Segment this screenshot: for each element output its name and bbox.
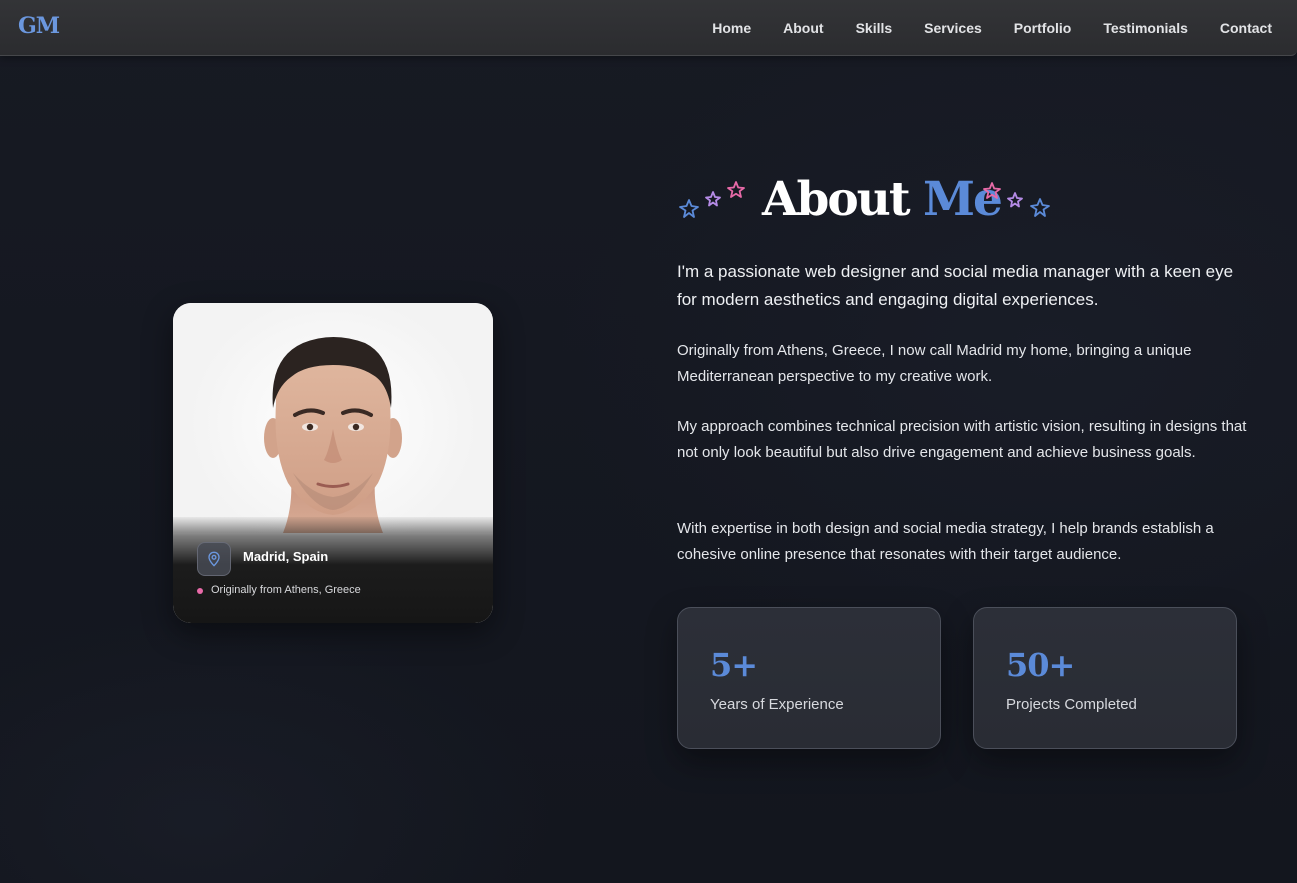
sparkles-right-icon <box>983 182 1050 217</box>
nav-link-portfolio[interactable]: Portfolio <box>1014 20 1072 36</box>
sparkles-left-icon <box>679 181 745 218</box>
nav-link-testimonials[interactable]: Testimonials <box>1103 20 1188 36</box>
origin-dot <box>197 588 203 594</box>
nav-link-home[interactable]: Home <box>712 20 751 36</box>
about-lead: I'm a passionate web designer and social… <box>677 262 1234 309</box>
navbar: GM Home About Skills Services Portfolio … <box>0 0 1297 56</box>
nav-links: Home About Skills Services Portfolio Tes… <box>712 0 1272 55</box>
about-paragraph: Originally from Athens, Greece, I now ca… <box>677 342 1192 385</box>
page: GM Home About Skills Services Portfolio … <box>0 0 1297 883</box>
stat-value: 50+ <box>1006 646 1075 684</box>
stat-label: Projects Completed <box>1006 696 1137 713</box>
stat-card-experience: 5+ Years of Experience <box>677 607 941 749</box>
location-text: Madrid, Spain <box>243 549 329 564</box>
site-logo[interactable]: GM <box>18 13 60 39</box>
origin-text: Originally from Athens, Greece <box>211 584 361 596</box>
stat-card-projects: 50+ Projects Completed <box>973 607 1237 749</box>
map-pin-icon <box>208 551 220 567</box>
stat-label: Years of Experience <box>710 696 844 713</box>
about-title-main: About <box>762 172 911 227</box>
location-icon-box <box>197 542 231 576</box>
nav-link-services[interactable]: Services <box>924 20 982 36</box>
stat-value: 5+ <box>710 646 758 684</box>
nav-link-contact[interactable]: Contact <box>1220 20 1272 36</box>
portrait-illustration <box>264 337 402 533</box>
nav-link-skills[interactable]: Skills <box>856 20 893 36</box>
about-title: About Me <box>762 172 1003 227</box>
profile-photo <box>173 303 493 533</box>
profile-card: Madrid, Spain Originally from Athens, Gr… <box>173 303 493 623</box>
nav-link-about[interactable]: About <box>783 20 823 36</box>
about-paragraph: With expertise in both design and social… <box>677 520 1214 563</box>
about-paragraph: My approach combines technical precision… <box>677 418 1247 461</box>
